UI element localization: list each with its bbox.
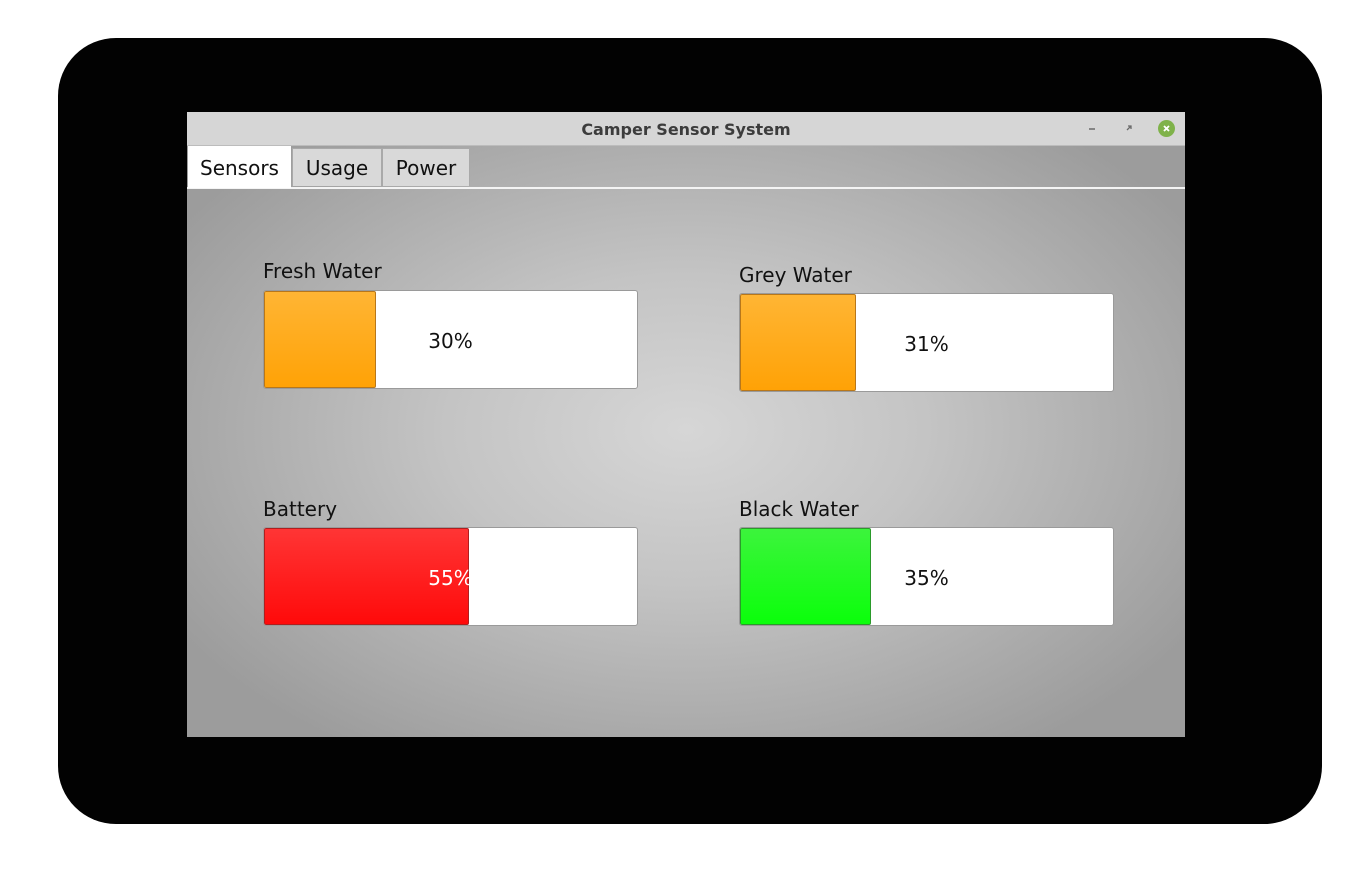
title-bar[interactable]: Camper Sensor System bbox=[187, 112, 1185, 146]
app-window: Camper Sensor System Sensors Usage Power bbox=[187, 112, 1185, 737]
battery-value: 55% bbox=[428, 566, 473, 590]
grey-water-gauge: 31% bbox=[739, 293, 1114, 392]
fresh-water-gauge: 30% bbox=[263, 290, 638, 389]
tab-bar: Sensors Usage Power bbox=[187, 146, 1185, 189]
battery-gauge: 55% bbox=[263, 527, 638, 626]
restore-button[interactable] bbox=[1119, 118, 1139, 138]
tab-usage[interactable]: Usage bbox=[292, 148, 382, 186]
battery-label: Battery bbox=[263, 497, 338, 521]
tab-power[interactable]: Power bbox=[382, 148, 470, 186]
window-title: Camper Sensor System bbox=[581, 120, 791, 139]
black-water-gauge: 35% bbox=[739, 527, 1114, 626]
fresh-water-value: 30% bbox=[428, 329, 473, 353]
sensors-panel: Sensors Usage Power Fresh Water 30% Grey… bbox=[187, 146, 1185, 737]
grey-water-label: Grey Water bbox=[739, 263, 852, 287]
restore-icon bbox=[1126, 125, 1132, 131]
close-icon bbox=[1157, 119, 1175, 137]
close-button[interactable] bbox=[1156, 118, 1176, 138]
minimize-icon bbox=[1089, 128, 1095, 130]
fresh-water-label: Fresh Water bbox=[263, 259, 382, 283]
black-water-value: 35% bbox=[904, 566, 949, 590]
grey-water-value: 31% bbox=[904, 332, 949, 356]
black-water-label: Black Water bbox=[739, 497, 859, 521]
minimize-button[interactable] bbox=[1082, 118, 1102, 138]
tab-sensors[interactable]: Sensors bbox=[188, 146, 291, 188]
